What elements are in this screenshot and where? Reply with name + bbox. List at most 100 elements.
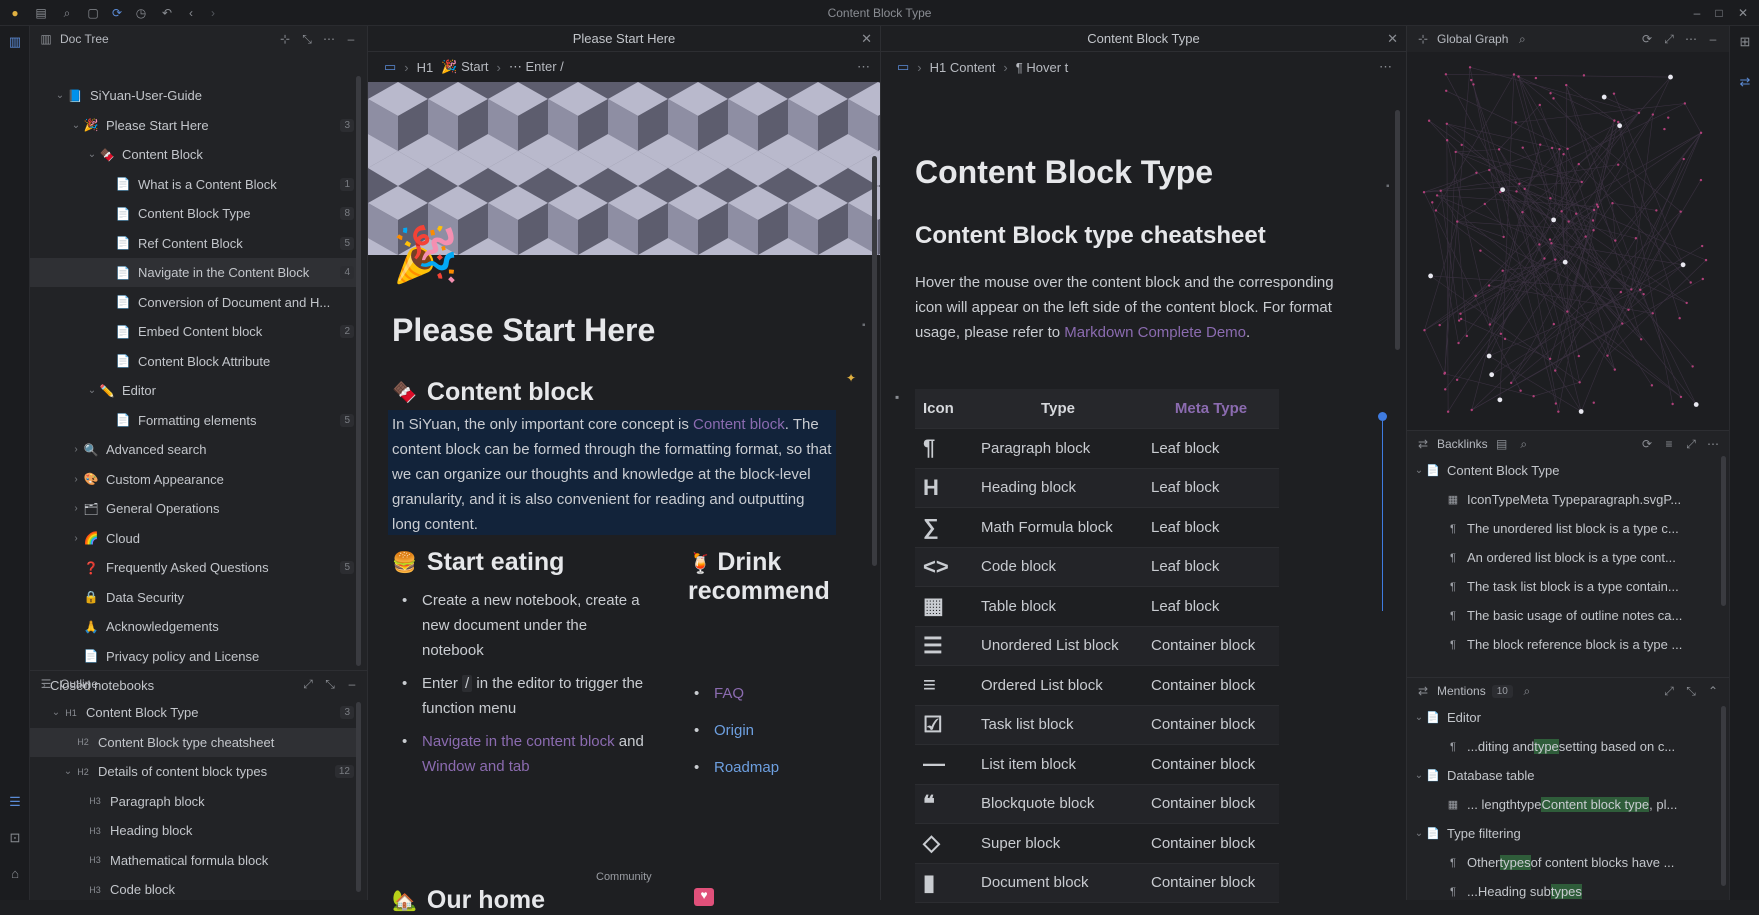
chevron-icon[interactable]: ⌄ <box>1413 465 1425 476</box>
doc-tree-dock-icon[interactable]: ▥ <box>7 34 23 50</box>
more-icon[interactable]: ⋯ <box>1683 32 1699 46</box>
minimize-icon[interactable]: – <box>1690 6 1704 20</box>
refresh-icon[interactable]: ⟳ <box>1639 437 1655 451</box>
outline-item[interactable]: ⌄ H2 Details of content block types 12 <box>30 757 360 786</box>
chevron-icon[interactable]: ⌄ <box>1413 770 1425 781</box>
graph-node[interactable] <box>1613 119 1616 122</box>
close-tab-icon[interactable]: ✕ <box>861 31 872 47</box>
refresh-icon[interactable]: ⟳ <box>1639 32 1655 46</box>
graph-node[interactable] <box>1455 378 1459 382</box>
chevron-icon[interactable]: › <box>70 444 82 455</box>
graph-node[interactable] <box>1551 217 1557 223</box>
minimize-panel-icon[interactable]: – <box>343 32 359 46</box>
graph-node[interactable] <box>1438 323 1441 327</box>
graph-node[interactable] <box>1630 288 1633 291</box>
graph-node[interactable] <box>1532 395 1535 398</box>
chevron-icon[interactable]: ⌄ <box>1413 828 1425 839</box>
graph-node[interactable] <box>1499 332 1503 335</box>
graph-node[interactable] <box>1595 203 1599 206</box>
graph-node[interactable] <box>1548 357 1552 360</box>
doc-tree-item[interactable]: 📄 What is a Content Block 1 <box>30 170 360 199</box>
graph-node[interactable] <box>1543 257 1546 260</box>
crumb-item[interactable]: 🎉 Start <box>441 59 488 75</box>
backlink-item[interactable]: ▦ IconTypeMeta Typeparagraph.svgP... <box>1407 485 1727 514</box>
bookmark-dock-icon[interactable]: ⊡ <box>7 830 23 846</box>
graph-node[interactable] <box>1434 209 1438 212</box>
crumb-item[interactable]: ⋯ Enter / <box>509 59 564 75</box>
more-icon[interactable]: ⋯ <box>857 59 870 75</box>
graph-node[interactable] <box>1566 147 1569 151</box>
doc-tree-item[interactable]: › 🗂 General Operations <box>30 494 360 523</box>
graph-node[interactable] <box>1479 249 1482 252</box>
chevron-icon[interactable]: ⌄ <box>86 149 98 160</box>
graph-node[interactable] <box>1497 397 1503 403</box>
graph-node[interactable] <box>1487 284 1491 287</box>
chevron-icon[interactable]: ⌄ <box>86 385 98 396</box>
markdown-demo-link[interactable]: Markdown Complete Demo <box>1064 324 1246 341</box>
graph-node[interactable] <box>1680 262 1686 268</box>
graph-node[interactable] <box>1639 338 1643 341</box>
global-graph-canvas[interactable] <box>1407 52 1729 430</box>
graph-node[interactable] <box>1679 395 1683 399</box>
mention-item[interactable]: ¶ ...diting and type setting based on c... <box>1407 732 1727 761</box>
graph-node[interactable] <box>1515 190 1518 193</box>
graph-node[interactable] <box>1699 131 1703 135</box>
graph-node[interactable] <box>1422 191 1426 194</box>
expand-icon[interactable]: ⤢ <box>300 677 316 692</box>
graph-node[interactable] <box>1423 328 1426 332</box>
graph-node[interactable] <box>1554 369 1557 372</box>
graph-node[interactable] <box>1689 281 1692 284</box>
doc-tree-item[interactable]: 🔒 Data Security <box>30 583 360 612</box>
graph-node[interactable] <box>1577 162 1580 166</box>
close-tab-icon[interactable]: ✕ <box>1387 31 1398 47</box>
graph-node[interactable] <box>1550 146 1554 150</box>
graph-node[interactable] <box>1470 78 1473 82</box>
graph-node[interactable] <box>1578 381 1581 384</box>
graph-node[interactable] <box>1557 410 1560 413</box>
graph-node[interactable] <box>1575 212 1578 215</box>
graph-node[interactable] <box>1606 354 1609 357</box>
graph-node[interactable] <box>1502 235 1505 239</box>
backlink-item[interactable]: ¶ The block reference block is a type ... <box>1407 630 1727 659</box>
chevron-icon[interactable]: › <box>70 474 82 485</box>
outline-item[interactable]: ⌄ H1 Content Block Type 3 <box>30 698 360 727</box>
editor-scrollbar[interactable] <box>872 156 877 566</box>
description-paragraph[interactable]: Hover the mouse over the content block a… <box>915 270 1355 345</box>
graph-node[interactable] <box>1683 102 1687 105</box>
doc-tree-item[interactable]: 📄 Conversion of Document and H... <box>30 288 360 317</box>
graph-node[interactable] <box>1445 122 1449 125</box>
graph-node[interactable] <box>1691 365 1694 368</box>
graph-node[interactable] <box>1470 408 1473 412</box>
graph-node[interactable] <box>1521 210 1524 214</box>
outline-item[interactable]: H2 Content Block type cheatsheet <box>30 727 360 757</box>
minimize-outline-icon[interactable]: – <box>344 677 360 691</box>
backlink-item[interactable]: ¶ The task list block is a type contain..… <box>1407 572 1727 601</box>
intro-paragraph[interactable]: In SiYuan, the only important core conce… <box>388 410 836 535</box>
search-icon[interactable]: ⌕ <box>1516 437 1532 452</box>
faq-link[interactable]: FAQ <box>714 685 744 702</box>
graph-node[interactable] <box>1562 259 1568 265</box>
doc-tree-item[interactable]: ⌄ 🎉 Please Start Here 3 <box>30 111 360 140</box>
graph-node[interactable] <box>1435 194 1439 197</box>
search-icon[interactable]: ⌕ <box>1519 684 1535 699</box>
graph-node[interactable] <box>1650 384 1654 387</box>
graph-node[interactable] <box>1700 244 1704 248</box>
graph-node[interactable] <box>1639 288 1642 292</box>
maximize-icon[interactable]: □ <box>1712 6 1726 20</box>
graph-node[interactable] <box>1591 219 1595 222</box>
graph-node[interactable] <box>1699 178 1703 182</box>
graph-node[interactable] <box>1617 123 1623 129</box>
mention-item[interactable]: ⌄ 📄 Editor <box>1407 703 1727 732</box>
graph-node[interactable] <box>1483 202 1487 206</box>
graph-node[interactable] <box>1443 372 1446 375</box>
backlinks-dock-icon[interactable]: ⇄ <box>1737 74 1753 90</box>
chevron-icon[interactable]: ⌄ <box>1413 712 1425 723</box>
graph-node[interactable] <box>1651 312 1654 315</box>
backlink-item[interactable]: ¶ An ordered list block is a type cont... <box>1407 543 1727 572</box>
graph-node[interactable] <box>1475 171 1478 175</box>
tab-content-block-type[interactable]: Content Block Type ✕ <box>881 26 1406 52</box>
tag-dock-icon[interactable]: ⌂ <box>7 866 23 882</box>
graph-node[interactable] <box>1612 92 1616 95</box>
graph-node[interactable] <box>1678 317 1681 320</box>
window-tab-link[interactable]: Window and tab <box>422 758 530 775</box>
